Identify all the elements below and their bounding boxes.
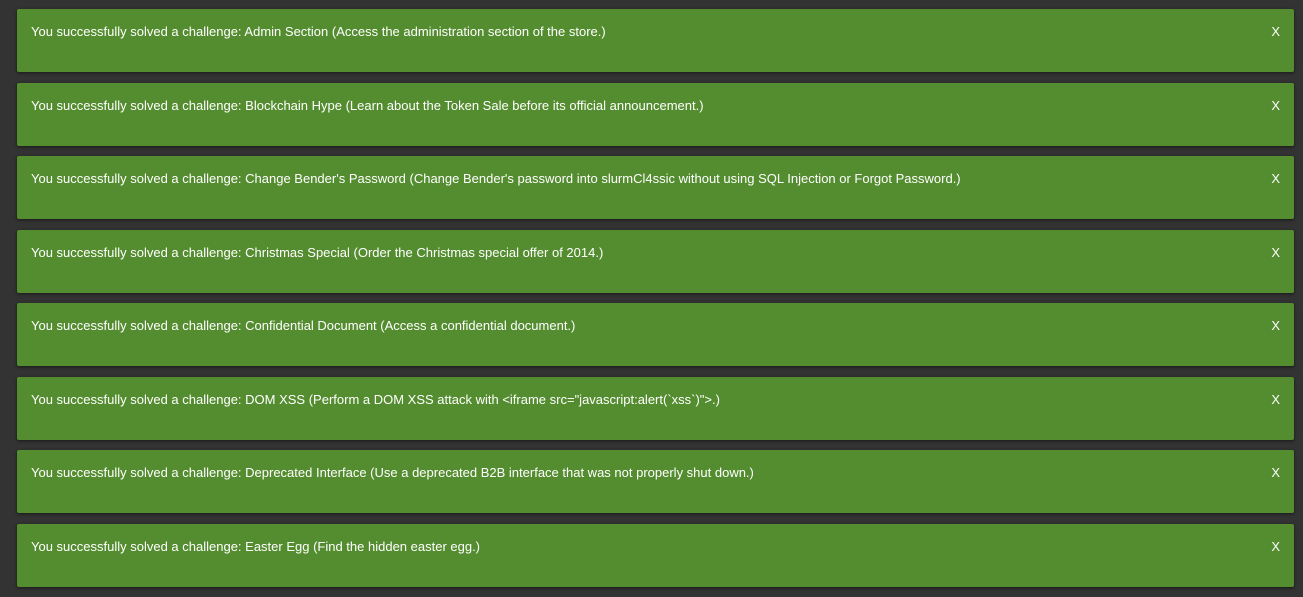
close-button[interactable]: X xyxy=(1271,318,1280,334)
notification-message: You successfully solved a challenge: Adm… xyxy=(31,24,606,39)
close-button[interactable]: X xyxy=(1271,392,1280,408)
challenge-solved-notification: You successfully solved a challenge: Dep… xyxy=(17,450,1294,513)
challenge-solved-notification: You successfully solved a challenge: Chr… xyxy=(17,229,1294,293)
notification-message: You successfully solved a challenge: Eas… xyxy=(31,538,481,554)
notification-message: You successfully solved a challenge: Cha… xyxy=(31,171,961,186)
close-button[interactable]: X xyxy=(1271,539,1280,555)
challenge-solved-notification: You successfully solved a challenge: DOM… xyxy=(17,376,1294,440)
notification-message: You successfully solved a challenge: Dep… xyxy=(31,465,754,480)
notification-message: You successfully solved a challenge: Blo… xyxy=(31,97,704,113)
close-button[interactable]: X xyxy=(1271,98,1280,114)
challenge-solved-notification: You successfully solved a challenge: Con… xyxy=(17,303,1294,366)
challenge-solved-notification: You successfully solved a challenge: Eas… xyxy=(17,523,1294,587)
notification-message: You successfully solved a challenge: DOM… xyxy=(31,391,720,407)
close-button[interactable]: X xyxy=(1271,245,1280,261)
notification-message: You successfully solved a challenge: Chr… xyxy=(31,244,604,260)
close-button[interactable]: X xyxy=(1271,171,1280,187)
challenge-solved-notification: You successfully solved a challenge: Adm… xyxy=(17,9,1294,72)
close-button[interactable]: X xyxy=(1271,24,1280,40)
notification-message: You successfully solved a challenge: Con… xyxy=(31,318,576,333)
challenge-solved-notification: You successfully solved a challenge: Blo… xyxy=(17,82,1294,146)
challenge-solved-notification: You successfully solved a challenge: Cha… xyxy=(17,156,1294,219)
challenge-notification-list: You successfully solved a challenge: Adm… xyxy=(17,9,1294,597)
close-button[interactable]: X xyxy=(1271,465,1280,481)
